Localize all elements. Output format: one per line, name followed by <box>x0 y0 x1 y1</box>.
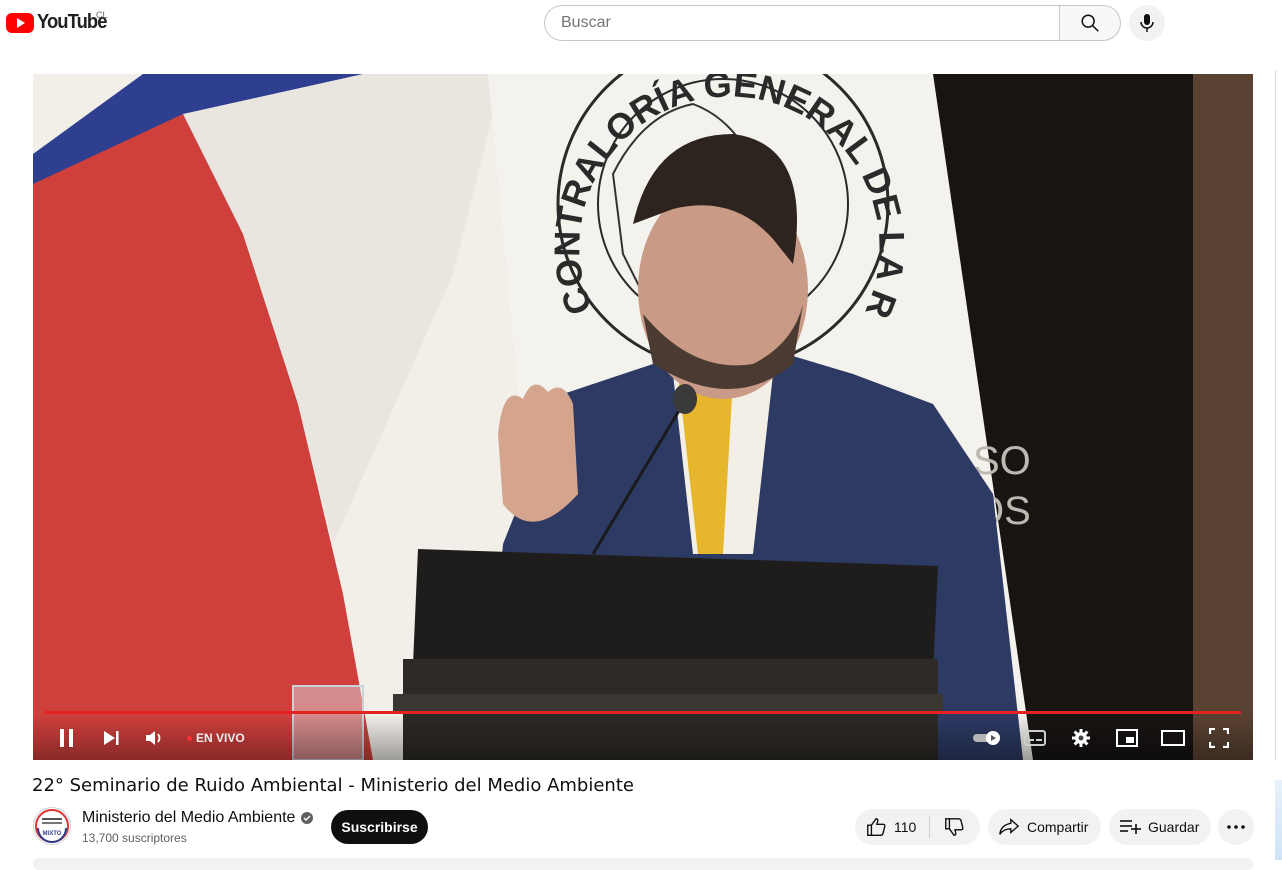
channel-name-row[interactable]: Ministerio del Medio Ambiente <box>82 809 314 827</box>
search-button[interactable] <box>1059 5 1121 41</box>
settings-gear-icon <box>1072 729 1090 747</box>
banner-text-1: SO <box>973 439 1031 483</box>
search-box[interactable] <box>544 5 1060 41</box>
dislike-button[interactable] <box>930 809 978 845</box>
next-icon <box>104 731 119 745</box>
like-count: 110 <box>894 819 917 835</box>
channel-logo-icon: MIXTO <box>35 809 69 843</box>
player-controls: EN VIVO <box>33 714 1253 760</box>
save-label: Guardar <box>1148 819 1200 835</box>
fullscreen-button[interactable] <box>1205 724 1233 752</box>
sidebar-card-edge <box>1275 780 1282 860</box>
fullscreen-icon <box>1209 728 1229 748</box>
live-label: EN VIVO <box>196 731 245 745</box>
pause-icon <box>60 729 73 747</box>
subscriber-count: 13,700 suscriptores <box>82 831 187 845</box>
more-options-button[interactable] <box>1218 809 1254 845</box>
channel-logo-text: MIXTO <box>43 831 62 837</box>
search-icon <box>1081 14 1099 32</box>
miniplayer-button[interactable] <box>1113 724 1141 752</box>
thumbs-down-icon <box>945 818 964 836</box>
voice-search-button[interactable] <box>1129 5 1165 41</box>
search-input[interactable] <box>545 6 1041 40</box>
sidebar-edge <box>1275 70 1282 760</box>
video-frame: CONTRALORÍA GENERAL DE LA REPÚBLICA SO O… <box>33 74 1253 760</box>
theater-mode-button[interactable] <box>1159 724 1187 752</box>
autoplay-toggle-icon <box>973 731 1000 745</box>
verified-check-icon <box>301 812 314 824</box>
subtitles-button[interactable] <box>1021 724 1049 752</box>
more-options-icon <box>1227 825 1245 829</box>
subscribe-button[interactable]: Suscribirse <box>331 810 428 844</box>
next-button[interactable] <box>97 724 125 752</box>
country-code: CL <box>96 10 108 20</box>
save-button[interactable]: Guardar <box>1109 809 1211 845</box>
autoplay-toggle[interactable] <box>971 724 1005 752</box>
volume-icon <box>146 731 161 745</box>
like-button[interactable]: 110 <box>855 809 929 845</box>
share-button[interactable]: Compartir <box>988 809 1101 845</box>
video-player[interactable]: CONTRALORÍA GENERAL DE LA REPÚBLICA SO O… <box>33 74 1253 760</box>
channel-name[interactable]: Ministerio del Medio Ambiente <box>82 809 295 827</box>
pause-button[interactable] <box>53 724 81 752</box>
theater-mode-icon <box>1161 730 1185 746</box>
settings-button[interactable] <box>1067 724 1095 752</box>
description-box[interactable] <box>33 858 1253 870</box>
share-label: Compartir <box>1027 819 1089 835</box>
youtube-logo-icon <box>6 12 34 33</box>
miniplayer-icon <box>1116 729 1138 747</box>
live-indicator[interactable]: EN VIVO <box>187 731 245 745</box>
live-dot <box>187 735 192 741</box>
subtitles-icon <box>1024 730 1046 746</box>
video-title: 22° Seminario de Ruido Ambiental - Minis… <box>32 775 634 796</box>
channel-avatar[interactable]: MIXTO <box>33 807 71 845</box>
thumbs-up-icon <box>867 818 886 836</box>
microphone-icon <box>1140 14 1154 32</box>
volume-button[interactable] <box>141 724 169 752</box>
share-arrow-icon <box>999 818 1020 835</box>
playlist-add-icon <box>1120 820 1141 834</box>
like-dislike-group: 110 <box>855 809 980 845</box>
